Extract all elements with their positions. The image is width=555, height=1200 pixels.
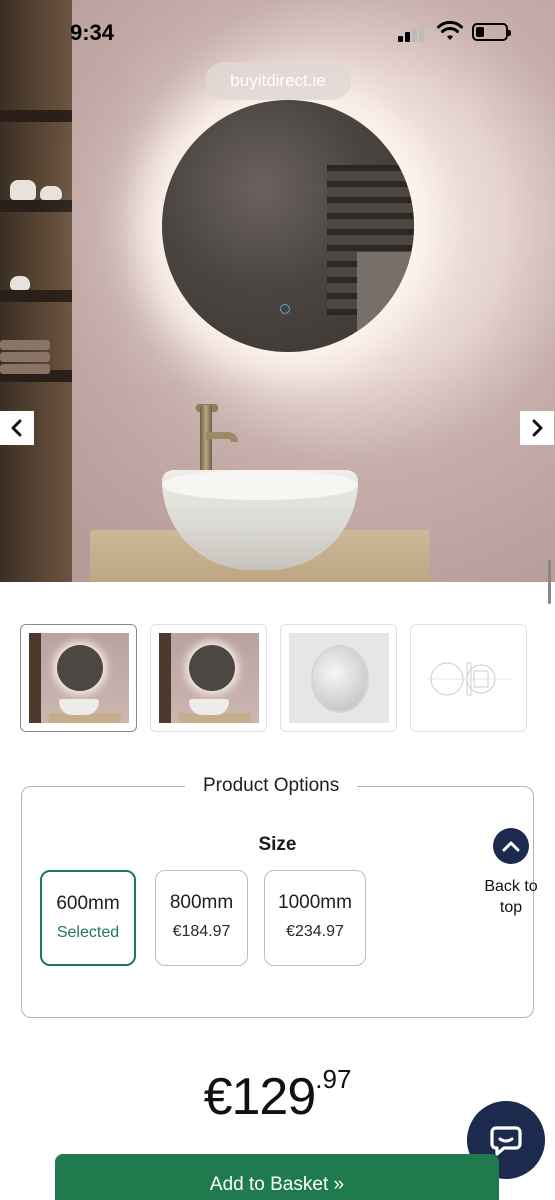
shelf — [0, 290, 72, 302]
towel-reflection — [357, 252, 412, 332]
thumbnail-strip — [20, 624, 527, 732]
size-option-label: 800mm — [169, 892, 234, 913]
size-option-status: Selected — [56, 924, 120, 941]
touch-sensor-icon — [280, 304, 290, 314]
gallery-prev-button[interactable] — [0, 411, 34, 445]
product-price: €129.97 — [0, 1064, 555, 1127]
size-option-price: €234.97 — [286, 923, 344, 940]
shelf-jar — [40, 186, 62, 200]
size-option-price: €184.97 — [172, 923, 231, 940]
round-led-mirror — [162, 100, 414, 352]
add-to-basket-button[interactable]: Add to Basket » — [55, 1154, 499, 1200]
status-bar: 9:34 — [0, 0, 555, 62]
folded-towel — [0, 352, 50, 362]
price-main: €129 — [203, 1068, 317, 1126]
back-to-top-label[interactable]: Back to top — [478, 876, 544, 918]
back-to-top-button[interactable] — [493, 828, 529, 864]
chevron-up-icon — [502, 841, 520, 852]
shelf — [0, 200, 72, 212]
size-label: Size — [258, 834, 297, 855]
cellular-signal-icon — [398, 24, 428, 42]
folded-towel — [0, 364, 50, 374]
basin-rim — [162, 470, 358, 500]
wifi-icon — [437, 20, 463, 40]
price-cents: .97 — [315, 1064, 352, 1094]
size-option-label: 600mm — [56, 893, 120, 914]
folded-towel — [0, 340, 50, 350]
size-option-label: 1000mm — [278, 892, 352, 913]
product-options-title: Product Options — [185, 775, 358, 797]
size-option-1000mm[interactable]: 1000mm €234.97 — [264, 870, 366, 966]
shelf-jar — [10, 180, 36, 200]
tap-spout — [206, 432, 238, 442]
thumbnail-image — [29, 633, 129, 723]
size-option-600mm[interactable]: 600mm Selected — [40, 870, 136, 966]
gallery-next-button[interactable] — [520, 411, 554, 445]
thumbnail-product-plain[interactable] — [280, 624, 397, 732]
back-to-top-line2: top — [499, 899, 523, 916]
thumbnail-technical-drawing[interactable] — [410, 624, 527, 732]
chevron-left-icon — [11, 419, 22, 437]
chat-bubble-icon — [490, 1126, 522, 1156]
scrollbar[interactable] — [548, 560, 551, 604]
thumbnail-image — [159, 633, 259, 723]
thumbnail-image — [289, 633, 389, 723]
battery-icon — [472, 23, 511, 41]
thumbnail-image — [419, 633, 519, 723]
chevron-right-icon — [532, 419, 543, 437]
shelf — [0, 110, 72, 122]
thumbnail-lifestyle-side[interactable] — [150, 624, 267, 732]
size-option-800mm[interactable]: 800mm €184.97 — [155, 870, 248, 966]
back-to-top-line1: Back to — [484, 878, 538, 895]
thumbnail-lifestyle-front[interactable] — [20, 624, 137, 732]
shelf-jar — [10, 276, 30, 290]
status-time: 9:34 — [70, 20, 115, 45]
url-bar[interactable]: buyitdirect.ie — [205, 62, 351, 100]
